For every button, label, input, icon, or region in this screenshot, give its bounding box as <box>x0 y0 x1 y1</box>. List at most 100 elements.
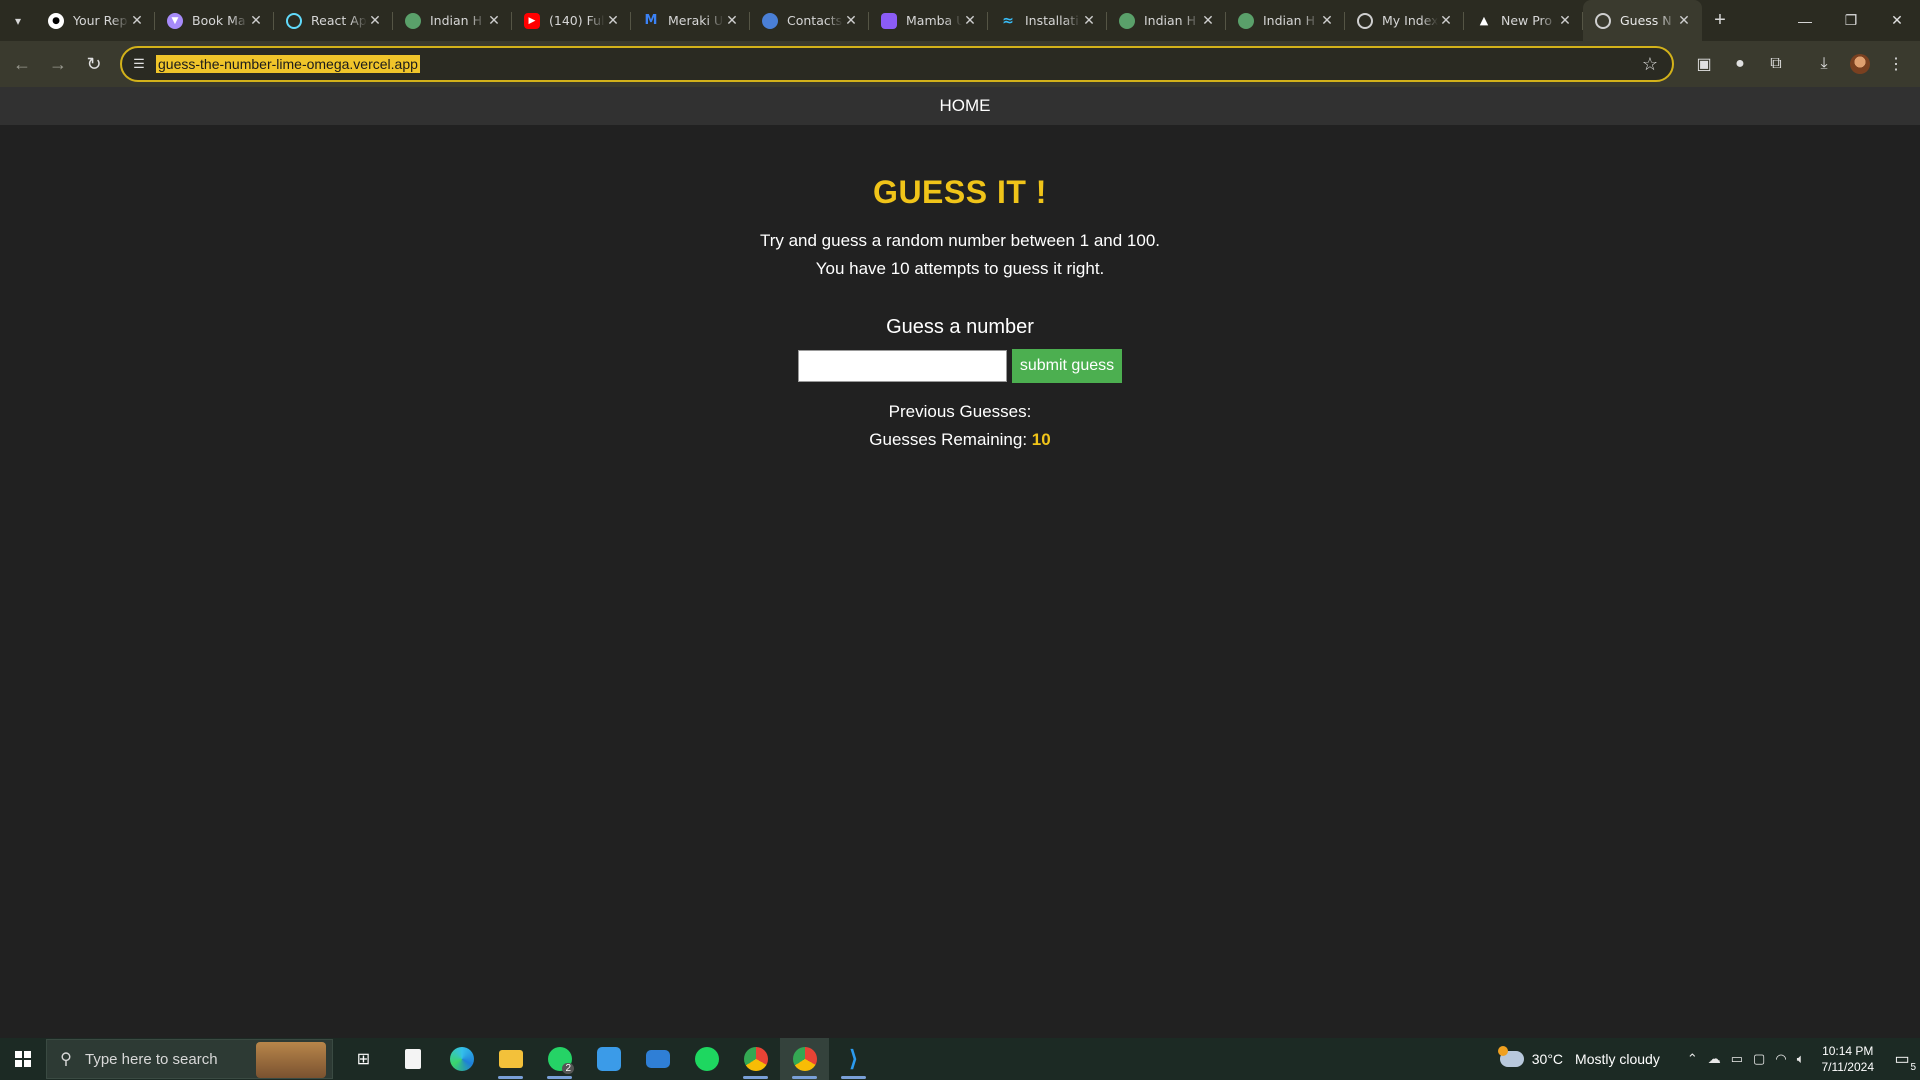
tab-title: My Index <box>1382 13 1438 28</box>
close-icon[interactable]: ✕ <box>486 13 502 29</box>
whatsapp-badge: 2 <box>562 1063 574 1074</box>
system-tray: 30°C Mostly cloudy ⌃ ☁ ▭ ▢ ◠ 🔈︎ 10:14 PM… <box>1497 1038 1920 1080</box>
reload-button[interactable]: ↻ <box>76 46 112 82</box>
tab-book-manager[interactable]: ▼ Book Ma ✕ <box>155 0 274 41</box>
chrome-icon[interactable] <box>780 1038 829 1080</box>
guesses-remaining: Guesses Remaining: 10 <box>0 430 1920 450</box>
volume-icon[interactable]: 🔈︎ <box>1797 1051 1805 1067</box>
chrome-icon[interactable] <box>731 1038 780 1080</box>
back-button[interactable]: ← <box>4 46 40 82</box>
tab-list: ● Your Rep ✕ ▼ Book Ma ✕ React Ap ✕ Indi… <box>36 0 1702 41</box>
minimize-button[interactable]: — <box>1782 0 1828 41</box>
spotify-icon[interactable] <box>682 1038 731 1080</box>
extension-circle-icon[interactable]: ● <box>1722 46 1758 82</box>
taskbar-search[interactable]: ⚲ Type here to search <box>46 1039 333 1079</box>
extensions-puzzle-icon[interactable]: ⧉ <box>1758 46 1794 82</box>
tab-search-button[interactable]: ▾ <box>0 0 36 41</box>
close-icon[interactable]: ✕ <box>367 13 383 29</box>
web-page: HOME GUESS IT ! Try and guess a random n… <box>0 87 1920 1038</box>
weather-desc: Mostly cloudy <box>1575 1051 1660 1067</box>
window-controls: — ❐ ✕ <box>1782 0 1920 41</box>
home-link[interactable]: HOME <box>940 96 991 116</box>
restore-button[interactable]: ❐ <box>1828 0 1874 41</box>
extension-icon[interactable]: ▣ <box>1686 46 1722 82</box>
vercel-icon: ▲ <box>1479 14 1489 27</box>
mamba-icon <box>881 12 897 29</box>
battery-icon[interactable]: ▭ <box>1731 1051 1743 1067</box>
windows-logo-icon <box>15 1051 31 1067</box>
address-bar[interactable]: ☰ guess-the-number-lime-omega.vercel.app… <box>120 46 1674 82</box>
url-text[interactable]: guess-the-number-lime-omega.vercel.app <box>156 55 420 73</box>
downloads-icon[interactable]: ⤓ <box>1806 46 1842 82</box>
new-tab-button[interactable]: + <box>1702 9 1738 32</box>
guess-input[interactable] <box>798 350 1007 382</box>
tab-indian-h-1[interactable]: Indian H ✕ <box>393 0 512 41</box>
tab-title: Guess N <box>1620 13 1672 28</box>
close-icon[interactable]: ✕ <box>1438 13 1454 29</box>
meet-now-icon[interactable]: ▢ <box>1753 1051 1765 1067</box>
tab-installation[interactable]: ≈ Installati ✕ <box>988 0 1107 41</box>
tab-my-index[interactable]: My Index ✕ <box>1345 0 1464 41</box>
whatsapp-icon[interactable]: 2 <box>535 1038 584 1080</box>
close-icon[interactable]: ✕ <box>129 13 145 29</box>
remaining-label: Guesses Remaining: <box>869 430 1032 449</box>
chevron-up-icon[interactable]: ⌃ <box>1687 1051 1698 1067</box>
mail-icon[interactable] <box>633 1038 682 1080</box>
close-icon[interactable]: ✕ <box>962 13 978 29</box>
react-icon <box>286 12 302 29</box>
close-icon[interactable]: ✕ <box>1319 13 1335 29</box>
tab-title: Installati <box>1025 13 1079 28</box>
close-icon[interactable]: ✕ <box>248 13 264 29</box>
submit-guess-button[interactable]: submit guess <box>1012 349 1122 383</box>
site-info-icon[interactable]: ☰ <box>122 56 156 72</box>
globe-icon <box>405 12 421 29</box>
notepad-icon[interactable] <box>388 1038 437 1080</box>
tab-meraki[interactable]: M Meraki U ✕ <box>631 0 750 41</box>
notification-center-icon[interactable]: ▭ 5 <box>1884 1049 1920 1073</box>
tab-title: (140) Full <box>549 13 605 28</box>
onedrive-icon[interactable]: ☁ <box>1708 1051 1721 1067</box>
search-placeholder: Type here to search <box>85 1050 218 1068</box>
weather-widget[interactable]: 30°C Mostly cloudy <box>1497 1046 1660 1067</box>
tab-indian-h-3[interactable]: Indian H ✕ <box>1226 0 1345 41</box>
tab-react-app[interactable]: React Ap ✕ <box>274 0 393 41</box>
globe-icon <box>1595 12 1611 29</box>
toolbar-divider <box>1794 46 1806 82</box>
vscode-icon[interactable]: ⟩ <box>829 1038 878 1080</box>
file-explorer-icon[interactable] <box>486 1038 535 1080</box>
description-line-2: You have 10 attempts to guess it right. <box>815 259 1105 278</box>
tab-title: New Pro <box>1501 13 1553 28</box>
wifi-icon[interactable]: ◠ <box>1775 1051 1786 1067</box>
close-icon[interactable]: ✕ <box>724 13 740 29</box>
close-icon[interactable]: ✕ <box>1200 13 1216 29</box>
tab-contacts[interactable]: Contacts ✕ <box>750 0 869 41</box>
tab-mamba[interactable]: Mamba U ✕ <box>869 0 988 41</box>
tab-indian-h-2[interactable]: Indian H ✕ <box>1107 0 1226 41</box>
guess-form: submit guess <box>0 349 1920 383</box>
close-icon[interactable]: ✕ <box>1081 13 1097 29</box>
toolbar-actions: ▣ ● ⧉ ⤓ ⋮ <box>1686 46 1914 82</box>
browser-menu-icon[interactable]: ⋮ <box>1878 46 1914 82</box>
weather-temp: 30°C <box>1531 1051 1564 1067</box>
close-icon[interactable]: ✕ <box>843 13 859 29</box>
tab-your-repositories[interactable]: ● Your Rep ✕ <box>36 0 155 41</box>
edge-icon[interactable] <box>437 1038 486 1080</box>
forward-button[interactable]: → <box>40 46 76 82</box>
start-button[interactable] <box>0 1038 46 1080</box>
task-view-icon[interactable]: ⊞ <box>339 1038 388 1080</box>
close-icon[interactable]: ✕ <box>605 13 621 29</box>
guess-label: Guess a number <box>886 316 1034 338</box>
bookmark-star-icon[interactable]: ☆ <box>1642 54 1658 75</box>
tab-guess-number[interactable]: Guess N ✕ <box>1583 0 1702 41</box>
tab-youtube[interactable]: ▶ (140) Full ✕ <box>512 0 631 41</box>
close-window-button[interactable]: ✕ <box>1874 0 1920 41</box>
ms-store-icon[interactable] <box>584 1038 633 1080</box>
tab-new-project[interactable]: ▲ New Pro ✕ <box>1464 0 1583 41</box>
close-icon[interactable]: ✕ <box>1676 13 1692 29</box>
notification-count: 5 <box>1910 1062 1916 1073</box>
profile-avatar[interactable] <box>1842 46 1878 82</box>
close-icon[interactable]: ✕ <box>1557 13 1573 29</box>
description-line-1: Try and guess a random number between 1 … <box>759 231 1161 250</box>
clock[interactable]: 10:14 PM 7/11/2024 <box>1822 1043 1875 1075</box>
tab-title: React Ap <box>311 13 367 28</box>
